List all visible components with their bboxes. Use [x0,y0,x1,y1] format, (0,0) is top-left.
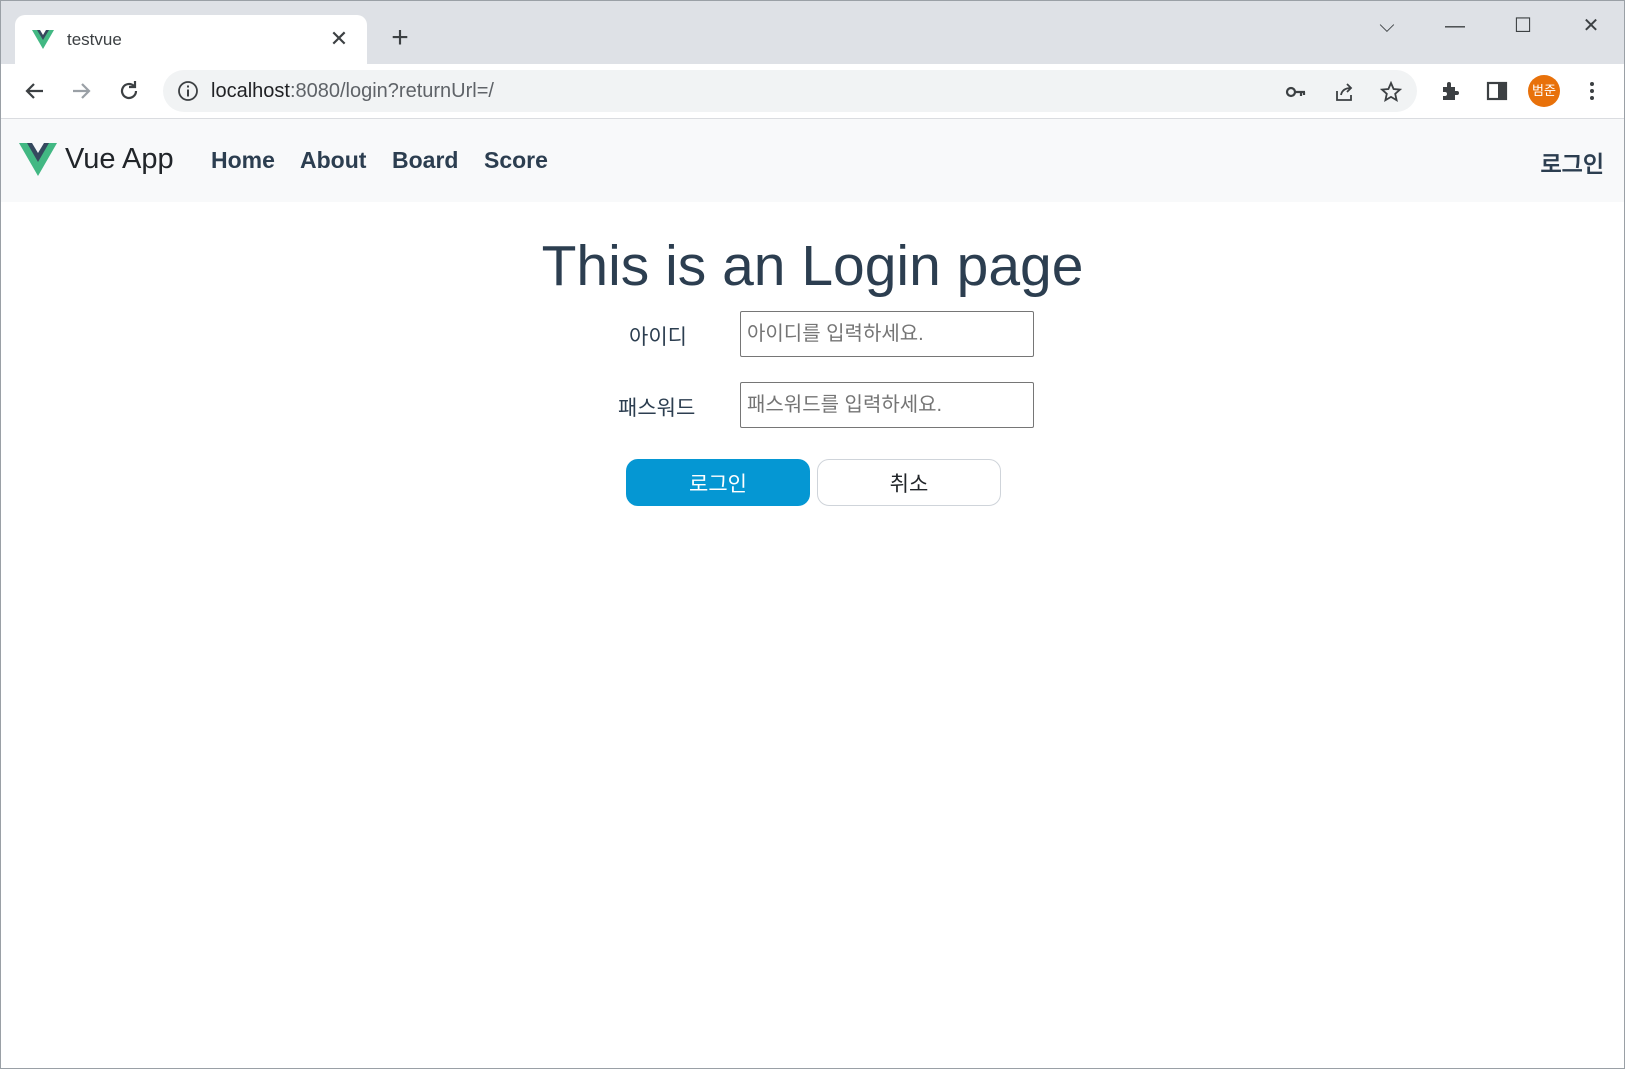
tab-close-icon[interactable]: ✕ [325,25,353,53]
new-tab-button[interactable]: + [385,23,415,53]
browser-tab[interactable]: testvue ✕ [15,15,367,64]
password-input[interactable] [740,382,1034,428]
vue-favicon-icon [32,30,54,49]
nav-login-link[interactable]: 로그인 [1541,145,1604,179]
reload-icon [120,81,138,100]
password-key-icon[interactable] [1283,79,1309,105]
url-path: :8080/login?returnUrl=/ [289,80,494,102]
address-bar[interactable]: localhost:8080/login?returnUrl=/ [163,70,1417,112]
nav-link-home[interactable]: Home [211,147,275,174]
tab-title: testvue [67,30,122,49]
back-arrow-icon [25,83,43,99]
extensions-icon[interactable] [1437,77,1465,105]
bookmark-star-icon[interactable] [1378,79,1404,105]
id-input[interactable] [740,311,1034,357]
nav-link-score[interactable]: Score [484,147,548,174]
back-button[interactable] [18,74,52,108]
nav-link-board[interactable]: Board [392,147,458,174]
app-navbar: Vue App Home About Board Score 로그인 [1,119,1624,202]
forward-arrow-icon [73,83,91,99]
login-button[interactable]: 로그인 [626,459,810,506]
side-panel-icon[interactable] [1483,77,1511,105]
site-info-icon[interactable] [177,80,199,102]
cancel-button[interactable]: 취소 [817,459,1001,506]
nav-link-about[interactable]: About [300,147,366,174]
id-label: 아이디 [629,326,687,349]
profile-avatar[interactable]: 범준 [1528,75,1560,107]
tab-search-icon[interactable]: ⌵ [1367,11,1407,41]
browser-toolbar: localhost:8080/login?returnUrl=/ 범준 [1,64,1624,119]
forward-button[interactable] [64,74,98,108]
url-text[interactable]: localhost:8080/login?returnUrl=/ [211,80,494,103]
minimize-button[interactable]: — [1435,11,1475,41]
reload-button[interactable] [112,74,146,108]
brand-title[interactable]: Vue App [65,143,174,176]
vue-logo-icon[interactable] [19,143,57,177]
close-window-button[interactable]: ✕ [1571,11,1611,41]
maximize-button[interactable]: ☐ [1503,11,1543,41]
browser-window: testvue ✕ + ⌵ — ☐ ✕ localhost:8080/login… [0,0,1625,1069]
tab-strip: testvue ✕ + ⌵ — ☐ ✕ [1,1,1624,64]
page-title: This is an Login page [541,234,1084,298]
url-host: localhost [211,80,290,102]
menu-kebab-icon[interactable] [1578,77,1606,105]
password-label: 패스워드 [618,397,696,420]
share-icon[interactable] [1331,79,1357,105]
